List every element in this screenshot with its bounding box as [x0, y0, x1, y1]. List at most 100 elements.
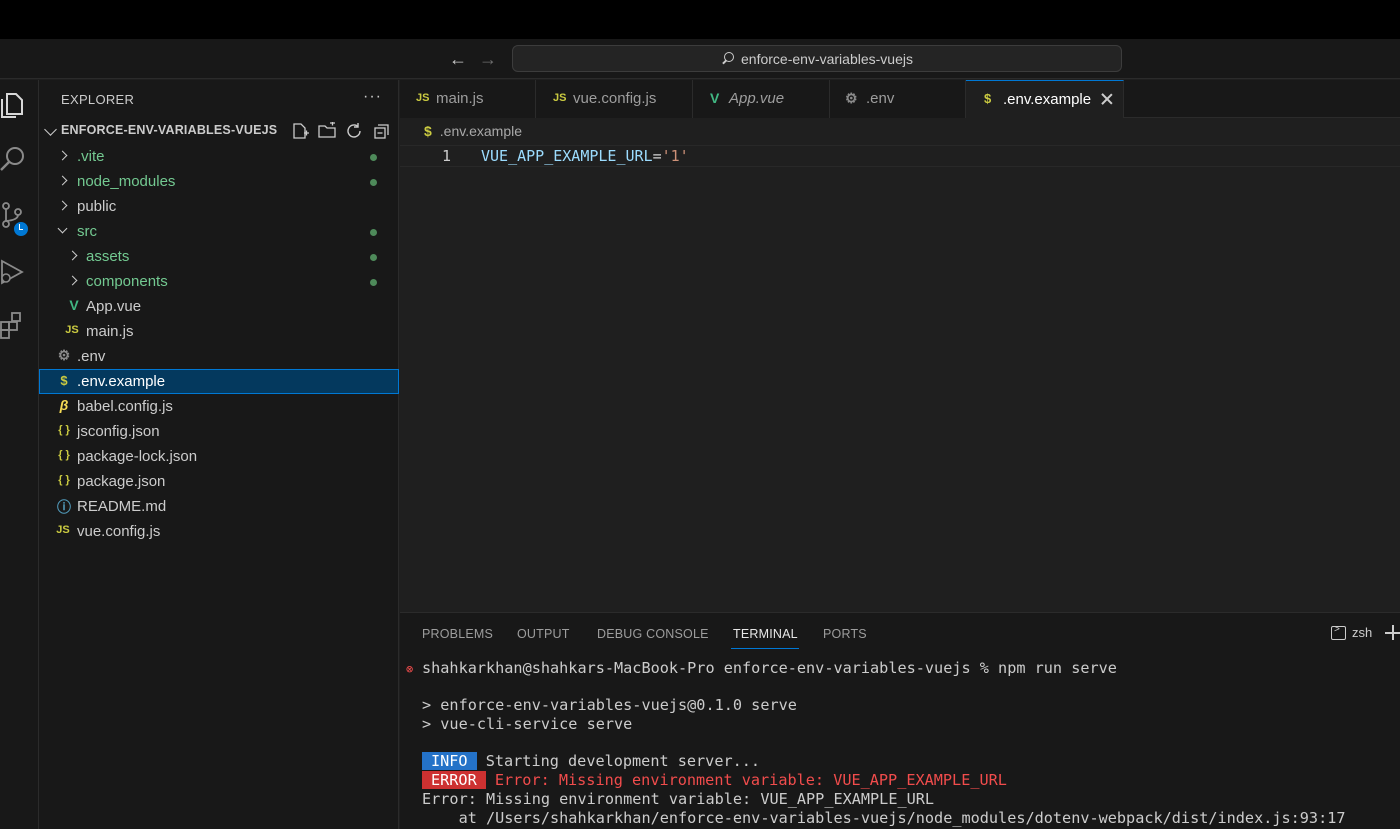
tab-label: vue.config.js	[573, 90, 657, 107]
code-token-key: VUE_APP_EXAMPLE_URL	[481, 147, 653, 165]
dollar-icon: $	[984, 91, 992, 106]
new-file-icon[interactable]	[291, 122, 310, 140]
terminal-error-line: ERROR Error: Missing environment variabl…	[422, 771, 1007, 789]
breadcrumb[interactable]: $ .env.example	[424, 123, 522, 139]
tab-app-vue[interactable]: V App.vue	[693, 80, 830, 118]
tree-item-label: package.json	[77, 473, 166, 490]
gear-icon: ⚙	[845, 90, 858, 106]
babel-icon: β	[59, 397, 69, 413]
code-token-operator: =	[652, 147, 662, 165]
info-icon: ⓘ	[57, 499, 71, 515]
tree-file-env-example[interactable]: $ .env.example	[39, 369, 399, 394]
tree-item-label: jsconfig.json	[77, 423, 160, 440]
chevron-right-icon	[57, 150, 68, 161]
git-status-dot	[370, 154, 377, 161]
tree-item-label: .vite	[77, 148, 105, 165]
code-text[interactable]: VUE_APP_EXAMPLE_URL='1'	[481, 147, 689, 165]
active-tab-indicator	[731, 648, 799, 649]
tree-item-label: .env	[77, 348, 106, 365]
tree-file-readme[interactable]: ⓘ README.md	[39, 494, 399, 519]
terminal-shell-name[interactable]: zsh	[1352, 625, 1372, 640]
tree-item-label: node_modules	[77, 173, 176, 190]
new-folder-icon[interactable]	[318, 122, 337, 140]
tab-output[interactable]: OUTPUT	[517, 627, 570, 641]
tree-item-label: App.vue	[86, 298, 142, 315]
arrow-left-icon[interactable]: ←	[447, 48, 469, 70]
tree-file-env[interactable]: ⚙ .env	[39, 344, 399, 369]
json-file-icon: { }	[58, 449, 70, 461]
tab-vue-config-js[interactable]: JS vue.config.js	[536, 80, 693, 118]
tree-folder-node-modules[interactable]: node_modules	[39, 169, 399, 194]
tab-env-example[interactable]: $ .env.example	[966, 80, 1124, 118]
code-line[interactable]: 1 VUE_APP_EXAMPLE_URL='1'	[400, 145, 1400, 167]
tree-item-label: public	[77, 198, 117, 215]
tree-folder-src[interactable]: src	[39, 219, 399, 244]
activity-bar	[0, 80, 39, 829]
command-center-search[interactable]: enforce-env-variables-vuejs	[512, 45, 1122, 72]
refresh-icon[interactable]	[345, 122, 364, 140]
tree-item-label: README.md	[77, 498, 167, 515]
line-number: 1	[442, 147, 452, 165]
vue-file-icon: V	[69, 297, 79, 313]
run-debug-icon[interactable]	[0, 256, 28, 286]
tree-folder-vite[interactable]: .vite	[39, 144, 399, 169]
tab-ports[interactable]: PORTS	[823, 627, 867, 641]
terminal-line: Error: Missing environment variable: VUE…	[422, 790, 935, 808]
json-file-icon: { }	[58, 424, 70, 436]
git-status-dot	[370, 279, 377, 286]
js-file-icon: JS	[553, 92, 567, 104]
tree-file-jsconfig[interactable]: { } jsconfig.json	[39, 419, 399, 444]
search-icon	[721, 51, 735, 66]
terminal-icon[interactable]	[1331, 624, 1346, 640]
tree-item-label: components	[86, 273, 168, 290]
error-badge: ERROR	[422, 771, 486, 789]
tree-item-label: .env.example	[77, 373, 166, 390]
tab-terminal[interactable]: TERMINAL	[733, 627, 798, 641]
tree-folder-components[interactable]: components	[39, 269, 399, 294]
tree-file-package-json[interactable]: { } package.json	[39, 469, 399, 494]
tree-folder-assets[interactable]: assets	[39, 244, 399, 269]
tab-main-js[interactable]: JS main.js	[400, 80, 536, 118]
panel-tabs: PROBLEMS OUTPUT DEBUG CONSOLE TERMINAL P…	[400, 613, 1400, 651]
chevron-down-icon	[57, 223, 68, 234]
workspace-folder-name: ENFORCE-ENV-VARIABLES-VUEJS	[61, 123, 278, 137]
tree-item-label: vue.config.js	[77, 523, 161, 540]
code-token-string: '1'	[661, 147, 689, 165]
js-file-icon: JS	[65, 324, 79, 336]
arrow-right-icon[interactable]: →	[477, 48, 499, 70]
search-icon[interactable]	[0, 144, 28, 174]
chevron-right-icon	[57, 200, 68, 211]
tree-file-vue-config[interactable]: JS vue.config.js	[39, 519, 399, 544]
more-actions-icon[interactable]: ···	[363, 88, 382, 106]
terminal-prompt: shahkarkhan@shahkars-MacBook-Pro enforce…	[422, 659, 1117, 677]
tree-file-package-lock[interactable]: { } package-lock.json	[39, 444, 399, 469]
tab-problems[interactable]: PROBLEMS	[422, 627, 493, 641]
terminal-info-text: Starting development server...	[485, 752, 761, 770]
tree-folder-public[interactable]: public	[39, 194, 399, 219]
editor-group: JS main.js JS vue.config.js V App.vue ⚙ …	[400, 80, 1400, 612]
plus-icon[interactable]	[1385, 625, 1400, 640]
json-file-icon: { }	[58, 474, 70, 486]
explorer-sidebar: EXPLORER ··· ENFORCE-ENV-VARIABLES-VUEJS	[39, 80, 399, 829]
tab-label: App.vue	[729, 90, 785, 107]
collapse-all-icon[interactable]	[372, 122, 391, 140]
git-status-dot	[370, 229, 377, 236]
tree-file-main-js[interactable]: JS main.js	[39, 319, 399, 344]
title-bar: ← → enforce-env-variables-vuejs	[0, 39, 1400, 79]
window-top-strip	[0, 0, 1400, 39]
tab-env[interactable]: ⚙ .env	[830, 80, 966, 118]
tab-debug-console[interactable]: DEBUG CONSOLE	[597, 627, 709, 641]
tree-file-babel-config[interactable]: β babel.config.js	[39, 394, 399, 419]
tree-file-app-vue[interactable]: V App.vue	[39, 294, 399, 319]
bottom-panel: PROBLEMS OUTPUT DEBUG CONSOLE TERMINAL P…	[400, 612, 1400, 829]
tab-label: main.js	[436, 90, 484, 107]
close-icon[interactable]	[1100, 92, 1114, 106]
chevron-right-icon	[57, 175, 68, 186]
gear-icon: ⚙	[57, 347, 71, 363]
chevron-right-icon	[67, 275, 78, 286]
tree-item-label: package-lock.json	[77, 448, 198, 465]
tab-label: .env.example	[1003, 91, 1092, 108]
explorer-icon[interactable]	[0, 90, 28, 120]
workspace-folder-header[interactable]: ENFORCE-ENV-VARIABLES-VUEJS	[39, 120, 399, 142]
extensions-icon[interactable]	[0, 310, 28, 340]
